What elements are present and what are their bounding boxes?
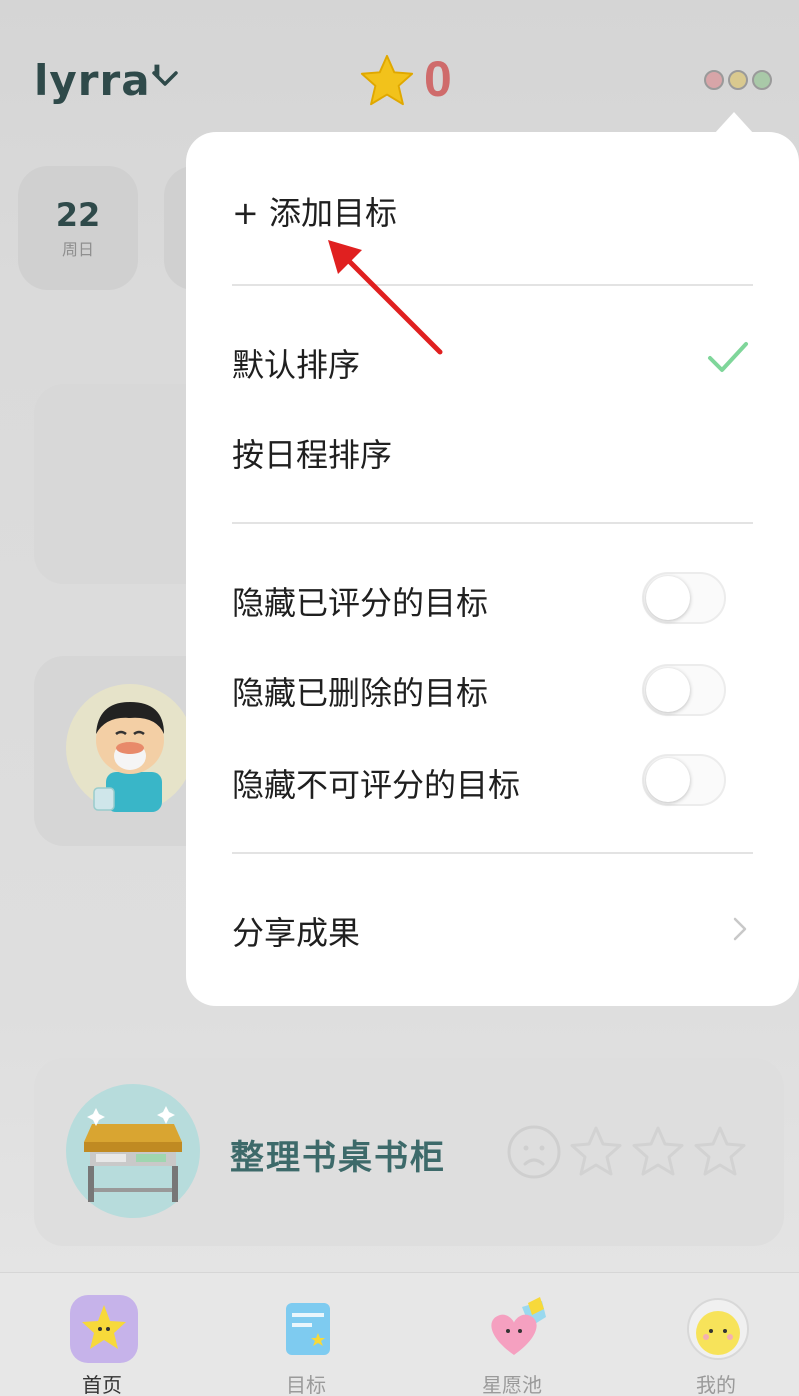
hide-rated-label: 隐藏已评分的目标 [232,584,489,622]
tab-label: 目标 [286,1373,326,1396]
dot-icon [728,70,748,90]
tab-label: 我的 [696,1373,736,1396]
divider [232,284,753,286]
task-title: 整理书桌书柜 [230,1138,446,1178]
share-results-menu-item[interactable]: 分享成果 [232,908,360,954]
sort-schedule-menu-item[interactable]: 按日程排序 [232,430,392,476]
chevron-down-icon[interactable] [150,64,180,94]
rating-row [506,1124,748,1180]
star-count: 0 [424,51,452,107]
add-goal-menu-item[interactable]: + 添加目标 [232,188,397,234]
tab-wish-pool[interactable]: 星愿池 [452,1273,572,1396]
home-star-icon [70,1295,138,1363]
divider [232,522,753,524]
toggle-knob [646,668,690,712]
date-weekday: 周日 [61,240,94,259]
star-outline-icon[interactable] [568,1124,624,1180]
dot-icon [704,70,724,90]
tab-label: 星愿池 [482,1373,542,1396]
divider [232,852,753,854]
dot-icon [752,70,772,90]
hide-unratable-label: 隐藏不可评分的目标 [232,766,521,804]
profile-face-icon [687,1298,749,1360]
date-card-selected[interactable]: 22 周日 [18,166,138,290]
tab-label: 首页 [82,1373,122,1396]
desk-icon [66,1084,200,1218]
options-menu: + 添加目标 默认排序 按日程排序 隐藏已评分的目标 隐藏已删除的目标 隐藏不可… [186,132,799,1006]
username-switcher[interactable]: lyrra' [34,56,164,105]
check-icon [708,342,748,372]
star-outline-icon[interactable] [692,1124,748,1180]
toggle-knob [646,576,690,620]
tab-goals[interactable]: 目标 [246,1273,366,1396]
more-menu-button[interactable] [704,70,772,90]
chevron-right-icon [733,917,747,941]
hide-rated-toggle[interactable] [642,572,726,624]
hide-deleted-toggle[interactable] [642,664,726,716]
star-icon [360,54,414,106]
sad-face-icon[interactable] [506,1124,562,1180]
tab-me[interactable]: 我的 [656,1273,776,1396]
date-day: 22 [55,196,101,234]
hide-deleted-label: 隐藏已删除的目标 [232,674,489,712]
tab-home[interactable]: 首页 [42,1273,162,1396]
heart-wish-icon [491,1297,546,1355]
hide-unratable-toggle[interactable] [642,754,726,806]
star-outline-icon[interactable] [630,1124,686,1180]
goal-card-icon [286,1303,330,1355]
toggle-knob [646,758,690,802]
annotation-arrow-icon [328,240,443,355]
bottom-tab-bar: 首页 目标 星愿池 我的 [0,1272,799,1396]
brushing-teeth-icon [66,684,194,812]
menu-caret [714,112,754,134]
